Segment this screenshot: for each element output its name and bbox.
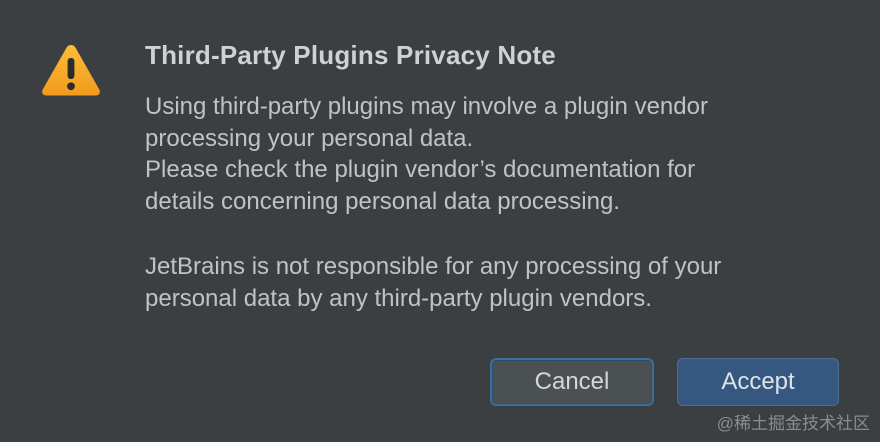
watermark: @稀土掘金技术社区 [716,414,870,433]
accept-button[interactable]: Accept [677,358,839,406]
message-line: personal data by any third-party plugin … [145,284,652,312]
message-line: Using third-party plugins may involve a … [145,93,708,120]
privacy-note-dialog: Third-Party Plugins Privacy Note Using t… [0,0,880,442]
message-line: processing your personal data. [145,124,474,152]
warning-icon [42,45,100,96]
message-line: details concerning personal data process… [145,187,620,215]
dialog-title: Third-Party Plugins Privacy Note [145,40,556,70]
dialog-message: Using third-party plugins may involve a … [145,91,845,314]
message-line: Please check the plugin vendor’s documen… [145,156,696,183]
cancel-button[interactable]: Cancel [490,358,654,406]
message-line: JetBrains is not responsible for any pro… [145,253,722,280]
